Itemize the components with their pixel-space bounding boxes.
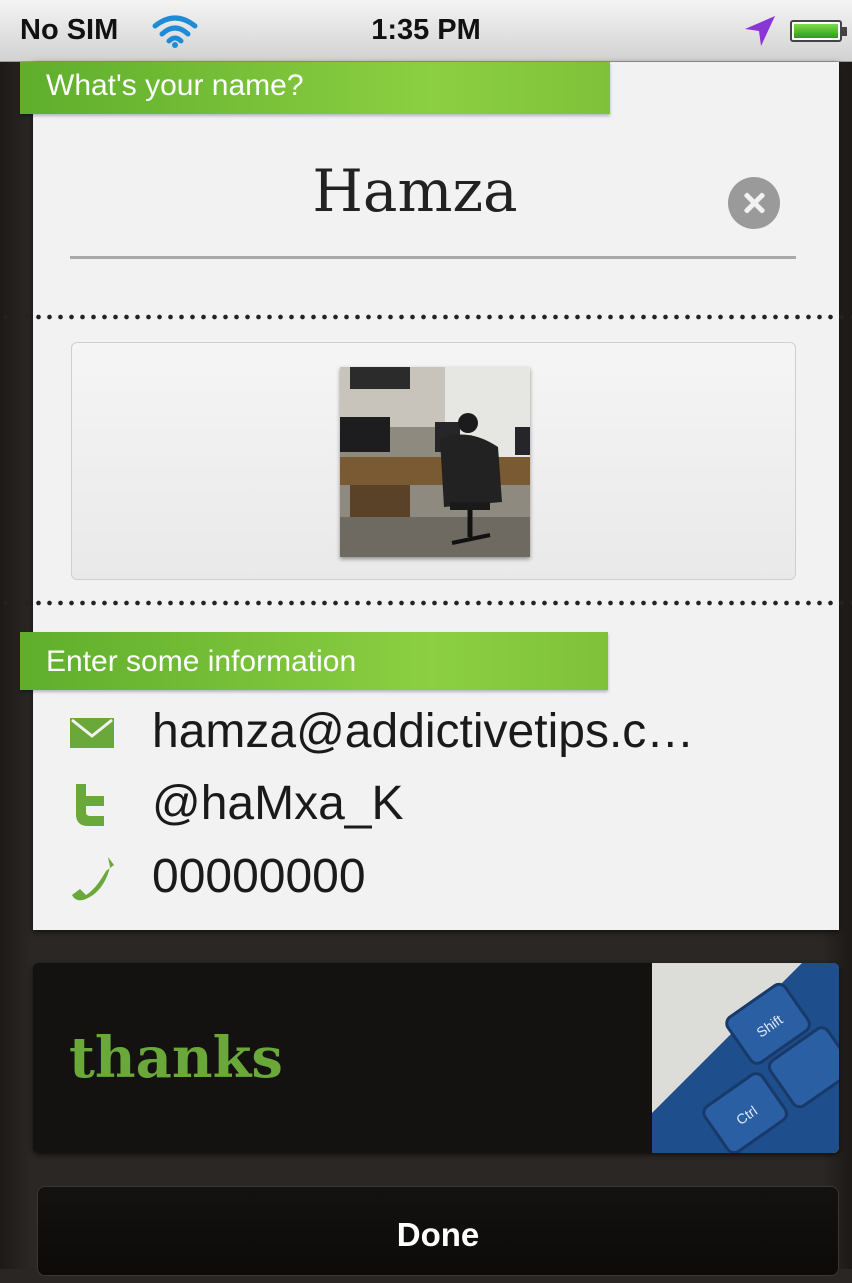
twitter-value: @haMxa_K <box>152 777 404 830</box>
keyboard-photo: Shift Ctrl <box>652 963 839 1153</box>
clear-icon[interactable] <box>728 177 780 229</box>
profile-photo[interactable] <box>340 367 530 557</box>
thanks-text: thanks <box>69 1025 283 1091</box>
battery-icon <box>790 20 847 42</box>
photo-picker[interactable] <box>71 342 796 580</box>
info-section-label: Enter some information <box>20 632 608 690</box>
email-value: hamza@addictivetips.c… <box>152 705 695 758</box>
name-section-label: What's your name? <box>20 62 610 114</box>
name-input-underline <box>70 256 796 259</box>
phone-icon <box>72 857 114 901</box>
thanks-banner: thanks Shift Ctrl <box>33 963 839 1153</box>
phone-value: 00000000 <box>152 850 366 903</box>
name-input[interactable]: Hamza <box>70 157 760 225</box>
profile-card: What's your name? Hamza Enter some infor… <box>0 62 852 930</box>
dotted-divider <box>0 314 852 320</box>
location-arrow-icon <box>745 16 775 46</box>
done-button[interactable]: Done <box>37 1186 839 1276</box>
twitter-icon <box>76 784 104 826</box>
status-bar: No SIM 1:35 PM <box>0 0 852 62</box>
dotted-divider <box>0 600 852 606</box>
envelope-icon <box>70 718 114 748</box>
status-time: 1:35 PM <box>371 14 481 46</box>
